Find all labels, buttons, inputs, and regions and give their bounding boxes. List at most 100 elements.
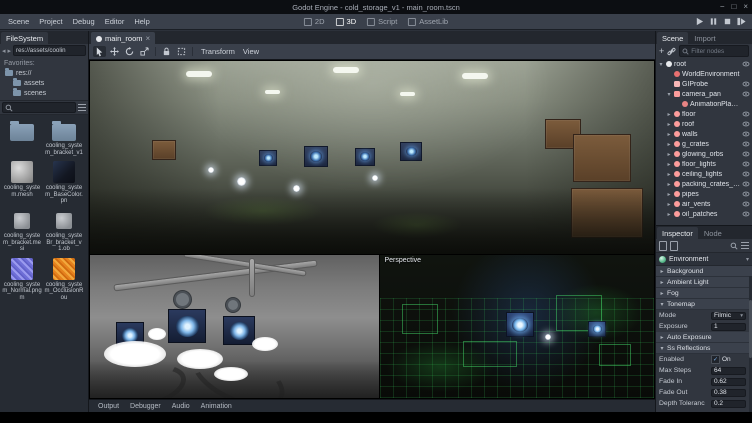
bottom-panel-button[interactable]: Animation — [196, 403, 237, 410]
tree-expand-arrow[interactable]: ▸ — [666, 141, 672, 148]
inspector-row[interactable]: Exposure ✓ 1 ▾ — [656, 321, 752, 332]
tree-expand-arrow[interactable]: ▾ — [658, 61, 664, 68]
visibility-eye-icon[interactable] — [742, 150, 750, 158]
rotate-tool-button[interactable] — [123, 46, 136, 57]
property-value[interactable]: ✓ On ▾ — [711, 355, 746, 364]
scene-tree-node[interactable]: WorldEnvironment — [656, 69, 752, 79]
instance-scene-icon[interactable] — [667, 47, 676, 56]
visibility-eye-icon[interactable] — [742, 140, 750, 148]
property-value[interactable]: ✓ 0.38 ▾ — [711, 389, 746, 397]
scene-tree-node[interactable]: ▸ floor_lights — [656, 159, 752, 169]
play-button[interactable] — [695, 17, 704, 26]
visibility-eye-icon[interactable] — [742, 130, 750, 138]
file-search-input[interactable] — [15, 104, 73, 111]
visibility-eye-icon[interactable] — [742, 90, 750, 98]
workspace-tab[interactable]: 2D — [304, 17, 325, 26]
property-value[interactable]: ✓ 0.62 ▾ — [711, 378, 746, 386]
file-item[interactable]: cooling_syste m.mesh — [1, 161, 43, 205]
scene-tree-node[interactable]: ▸ roof — [656, 119, 752, 129]
viewport-bottom-right[interactable]: Perspective — [380, 255, 654, 398]
history-forward-icon[interactable]: ▸ — [8, 47, 12, 55]
dock-tab[interactable]: Node — [699, 227, 727, 239]
file-item[interactable]: cooling_syste m_bracket.mesi — [1, 210, 43, 253]
folder-tree-item[interactable]: scenes — [0, 88, 88, 98]
viewport-menu-button[interactable]: Transform — [197, 47, 239, 56]
file-search-field[interactable] — [2, 102, 76, 113]
checkbox[interactable]: ✓ — [711, 355, 720, 364]
inspector-row[interactable]: ▾ Ss Reflections ✓ ▾ — [656, 343, 752, 354]
scene-tree-node[interactable]: AnimationPlayer — [656, 99, 752, 109]
inspector-row[interactable]: Mode ✓ Filmic ▾ — [656, 310, 752, 321]
load-resource-icon[interactable] — [670, 241, 678, 251]
inspector-row[interactable]: Fade In ✓ 0.62 ▾ — [656, 376, 752, 387]
scene-tree-node[interactable]: ▸ floor — [656, 109, 752, 119]
tree-expand-arrow[interactable]: ▸ — [666, 211, 672, 218]
visibility-eye-icon[interactable] — [742, 160, 750, 168]
scene-tree-node[interactable]: ▸ ceiling_lights — [656, 169, 752, 179]
scene-tree-node[interactable]: ▾ camera_pan — [656, 89, 752, 99]
bottom-panel-button[interactable]: Output — [93, 403, 124, 410]
scene-tab-main-room[interactable]: main_room × — [91, 32, 155, 44]
filter-nodes-input[interactable] — [691, 48, 746, 55]
property-value[interactable]: ✓ 0.2 ▾ — [711, 400, 746, 408]
visibility-eye-icon[interactable] — [742, 170, 750, 178]
tree-expand-arrow[interactable]: ▸ — [666, 201, 672, 208]
tab-close-icon[interactable]: × — [146, 35, 151, 43]
edited-resource-row[interactable]: Environment ▾ — [656, 252, 752, 266]
viewport-top[interactable] — [90, 61, 654, 254]
visibility-eye-icon[interactable] — [742, 190, 750, 198]
history-back-icon[interactable]: ◂ — [2, 47, 6, 55]
scene-tree-node[interactable]: ▸ air_vents — [656, 199, 752, 209]
visibility-eye-icon[interactable] — [742, 210, 750, 218]
file-item[interactable]: cooling_syste m_BaseColor.pn — [43, 161, 85, 205]
pause-button[interactable] — [709, 17, 718, 26]
move-tool-button[interactable] — [108, 46, 121, 57]
inspector-row[interactable]: ▸ Auto Exposure ✓ ▾ — [656, 332, 752, 343]
inspector-row[interactable]: Depth Toleranc ✓ 0.2 ▾ — [656, 398, 752, 409]
scene-tree-node[interactable]: ▾ root — [656, 59, 752, 69]
resource-dropdown-arrow[interactable]: ▾ — [746, 256, 749, 263]
stop-button[interactable] — [723, 17, 732, 26]
lock-tool-button[interactable] — [160, 46, 173, 57]
inspector-row[interactable]: ▸ Ambient Light ✓ ▾ — [656, 277, 752, 288]
workspace-tab[interactable]: Script — [367, 17, 397, 26]
search-properties-icon[interactable] — [730, 242, 738, 250]
sort-files-icon[interactable] — [78, 104, 86, 111]
visibility-eye-icon[interactable] — [742, 80, 750, 88]
folder-tree-item[interactable]: res:// — [0, 68, 88, 78]
inspector-menu-icon[interactable] — [741, 242, 749, 249]
new-resource-icon[interactable] — [659, 241, 667, 251]
viewport-bottom-left[interactable] — [90, 255, 379, 398]
file-item[interactable] — [1, 120, 43, 156]
tab-filesystem[interactable]: FileSystem — [1, 32, 48, 44]
property-value[interactable]: ✓ 64 ▾ — [711, 367, 746, 375]
tree-expand-arrow[interactable]: ▸ — [666, 171, 672, 178]
scale-tool-button[interactable] — [138, 46, 151, 57]
scene-tree-node[interactable]: ▸ walls — [656, 129, 752, 139]
scene-tree-node[interactable]: ▸ pipes — [656, 189, 752, 199]
file-item[interactable]: cooling_syste m_bracket_v1 — [43, 120, 85, 156]
current-path-field[interactable]: res://assets/coolin — [13, 45, 86, 56]
tree-expand-arrow[interactable]: ▸ — [666, 151, 672, 158]
workspace-tab[interactable]: 3D — [336, 17, 357, 26]
scene-tree-node[interactable]: ▸ glowing_orbs — [656, 149, 752, 159]
file-item[interactable]: cooling_syste m_OcclusionRou — [43, 258, 85, 302]
visibility-eye-icon[interactable] — [742, 180, 750, 188]
select-tool-button[interactable] — [93, 46, 106, 57]
add-node-button[interactable]: + — [659, 47, 664, 56]
tree-expand-arrow[interactable]: ▸ — [666, 191, 672, 198]
inspector-row[interactable]: Fade Out ✓ 0.38 ▾ — [656, 387, 752, 398]
maximize-button[interactable]: □ — [731, 3, 736, 11]
viewport-perspective-label[interactable]: Perspective — [384, 257, 421, 264]
tree-expand-arrow[interactable]: ▸ — [666, 111, 672, 118]
dock-tab[interactable]: Scene — [657, 32, 688, 44]
inspector-row[interactable]: ▾ Tonemap ✓ ▾ — [656, 299, 752, 310]
scene-tree-node[interactable]: ▸ oil_patches — [656, 209, 752, 219]
menubar-menu[interactable]: Debug — [68, 17, 100, 26]
menubar-menu[interactable]: Project — [34, 17, 67, 26]
inspector-row[interactable]: Max Steps ✓ 64 ▾ — [656, 365, 752, 376]
workspace-tab[interactable]: AssetLib — [408, 17, 448, 26]
scene-tree-node[interactable]: GIProbe — [656, 79, 752, 89]
filter-nodes-field[interactable] — [679, 45, 749, 57]
tree-expand-arrow[interactable]: ▸ — [666, 181, 672, 188]
